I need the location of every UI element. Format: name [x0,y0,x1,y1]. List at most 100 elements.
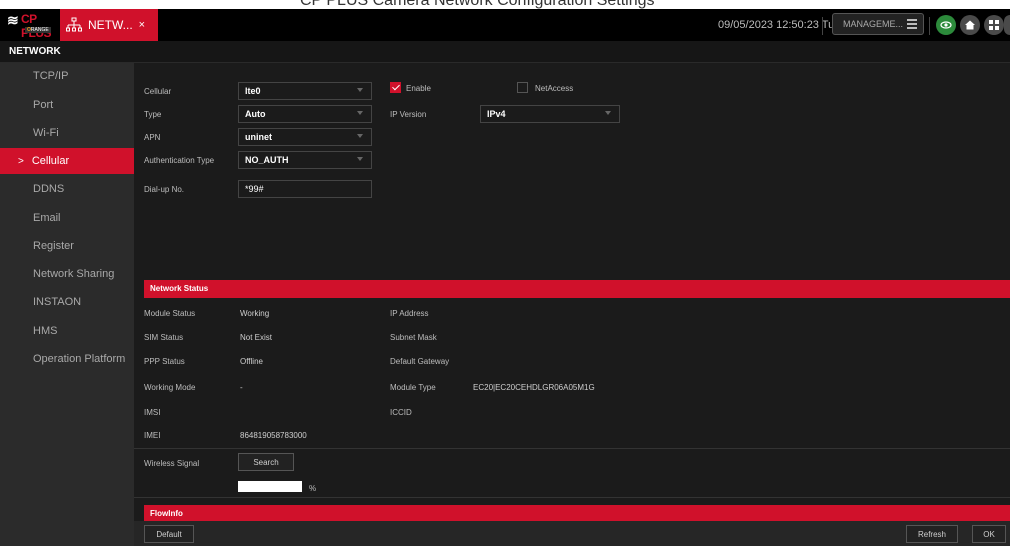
divider [822,17,823,35]
divider [929,17,930,35]
netaccess-checkbox[interactable] [517,82,528,93]
sidebar-item-label: Network Sharing [33,268,115,280]
chevron-down-icon [357,157,363,161]
sidebar-item-wifi[interactable]: Wi-Fi [0,120,134,146]
type-select[interactable]: Auto [238,105,372,123]
caption-text: CP PLUS Camera Network Configuration Set… [300,0,655,9]
sidebar-item-label: Register [33,240,74,252]
search-button-label: Search [253,457,279,467]
sidebar-item-tcpip[interactable]: TCP/IP [0,63,134,89]
wireless-signal-label: Wireless Signal [144,459,200,468]
footer-bar: Default Refresh OK [134,521,1010,546]
network-status-header: Network Status [144,280,1010,298]
module-type-label: Module Type [390,383,436,392]
ip-version-label: IP Version [390,110,427,119]
sidebar-item-label: Cellular [31,155,70,167]
default-button[interactable]: Default [144,525,194,543]
default-button-label: Default [156,529,182,539]
page-title: NETWORK [9,46,61,57]
sidebar-item-instaon[interactable]: INSTAON [0,289,134,315]
auth-type-value: NO_AUTH [245,155,289,165]
close-icon[interactable]: × [139,19,145,31]
refresh-button-label: Refresh [917,529,946,539]
working-mode-value: - [240,383,243,392]
sidebar-item-email[interactable]: Email [0,205,134,231]
sim-status-value: Not Exist [240,333,273,342]
imei-label: IMEI [144,431,161,440]
sidebar-item-label: HMS [33,325,58,337]
grid-icon[interactable] [984,15,1004,35]
tab-network-label: NETW... [88,18,133,32]
chevron-down-icon [357,88,363,92]
dialup-field[interactable]: *99# [238,180,372,198]
logo-text: CP PLUS [21,12,52,40]
ip-version-select[interactable]: IPv4 [480,105,620,123]
ok-button-label: OK [983,529,995,539]
management-button[interactable]: MANAGEME... [832,13,924,35]
sidebar-item-label: DDNS [33,183,65,195]
chevron-down-icon [357,134,363,138]
sidebar: TCP/IP Port Wi-Fi > Cellular DDNS Email R… [0,63,134,546]
main-panel: Cellular lte0 Type Auto APN uninet Authe… [134,63,1010,546]
cellular-label: Cellular [144,87,172,96]
flowinfo-title: FlowInfo [150,509,183,518]
sim-status-label: SIM Status [144,333,184,342]
eye-icon[interactable] [936,15,956,35]
sidebar-item-label: Operation Platform [33,353,126,365]
search-button[interactable]: Search [238,453,294,471]
module-status-value: Working [240,309,270,318]
iccid-label: ICCID [390,408,412,417]
network-icon [66,17,82,32]
sidebar-item-label: Wi-Fi [33,127,59,139]
ppp-status-label: PPP Status [144,357,185,366]
auth-type-select[interactable]: NO_AUTH [238,151,372,169]
ok-button[interactable]: OK [972,525,1006,543]
sidebar-item-label: INSTAON [33,296,82,308]
tab-network[interactable]: NETW... × [60,9,158,41]
imsi-label: IMSI [144,408,161,417]
sidebar-item-network-sharing[interactable]: Network Sharing [0,261,134,287]
sidebar-item-hms[interactable]: HMS [0,318,134,344]
ip-address-label: IP Address [390,309,429,318]
logo-sub-text: RANGE [30,27,49,33]
ip-version-value: IPv4 [487,109,506,119]
sidebar-item-port[interactable]: Port [0,92,134,118]
module-status-label: Module Status [144,309,196,318]
sidebar-item-operation-platform[interactable]: Operation Platform [0,346,134,372]
chevron-down-icon [605,111,611,115]
chevron-right-icon: > [18,155,24,167]
sidebar-item-label: TCP/IP [33,70,69,82]
enable-label: Enable [406,84,431,93]
logo-sub: ORANGE [25,27,51,33]
divider [134,448,1010,449]
module-type-value: EC20|EC20CEHDLGR06A05M1G [473,383,595,392]
caption-strip: CP PLUS Camera Network Configuration Set… [0,0,1010,9]
netaccess-label: NetAccess [535,84,574,93]
dialup-value: *99# [245,184,264,194]
subnet-mask-label: Subnet Mask [390,333,437,342]
sidebar-item-label: Port [33,99,54,111]
auth-type-label: Authentication Type [144,156,215,165]
signal-progress-bar [238,481,302,492]
sidebar-item-cellular[interactable]: > Cellular [0,148,134,174]
network-status-title: Network Status [150,284,209,293]
user-icon[interactable] [1004,15,1010,35]
apn-value: uninet [245,132,272,142]
sidebar-item-ddns[interactable]: DDNS [0,176,134,202]
imei-value: 864819058783000 [240,431,307,440]
enable-checkbox[interactable] [390,82,401,93]
cellular-select[interactable]: lte0 [238,82,372,100]
refresh-button[interactable]: Refresh [906,525,958,543]
home-icon[interactable] [960,15,980,35]
type-value: Auto [245,109,266,119]
section-title-bar: NETWORK [0,41,1010,63]
chevron-down-icon [357,111,363,115]
working-mode-label: Working Mode [144,383,196,392]
type-label: Type [144,110,162,119]
sidebar-item-register[interactable]: Register [0,233,134,259]
menu-icon [907,19,917,29]
apn-select[interactable]: uninet [238,128,372,146]
divider [134,497,1010,498]
logo: ≋ CP PLUS ORANGE [7,12,59,40]
management-label: MANAGEME... [843,19,904,29]
